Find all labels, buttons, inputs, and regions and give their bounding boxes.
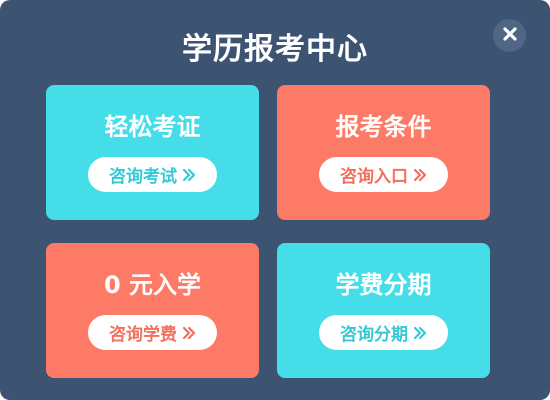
card-title: 报考条件 xyxy=(335,113,432,141)
double-chevron-right-icon xyxy=(413,168,427,182)
consult-exam-button[interactable]: 咨询考试 xyxy=(88,157,217,192)
card-enrollment-requirements: 报考条件 咨询入口 xyxy=(277,85,490,220)
card-easy-certificate: 轻松考证 咨询考试 xyxy=(46,85,259,220)
card-title: 学费分期 xyxy=(335,271,432,299)
card-installment-tuition: 学费分期 咨询分期 xyxy=(277,243,490,378)
button-label: 咨询入口 xyxy=(340,167,408,187)
double-chevron-right-icon xyxy=(182,168,196,182)
consult-installment-button[interactable]: 咨询分期 xyxy=(319,315,448,350)
button-label: 咨询学费 xyxy=(109,325,177,345)
consult-tuition-button[interactable]: 咨询学费 xyxy=(88,315,217,350)
card-title: 0 元入学 xyxy=(103,271,202,299)
double-chevron-right-icon xyxy=(413,326,427,340)
close-icon xyxy=(502,26,518,46)
consult-entry-button[interactable]: 咨询入口 xyxy=(319,157,448,192)
button-label: 咨询考试 xyxy=(109,167,177,187)
consultation-dialog: 学历报考中心 轻松考证 咨询考试 报考条件 咨询入口 0 元入学 咨询学费 学费… xyxy=(0,0,550,400)
card-title: 轻松考证 xyxy=(104,113,201,141)
double-chevron-right-icon xyxy=(182,326,196,340)
close-button[interactable] xyxy=(493,19,526,52)
card-zero-enrollment-fee: 0 元入学 咨询学费 xyxy=(46,243,259,378)
dialog-title: 学历报考中心 xyxy=(182,32,368,67)
button-label: 咨询分期 xyxy=(340,325,408,345)
